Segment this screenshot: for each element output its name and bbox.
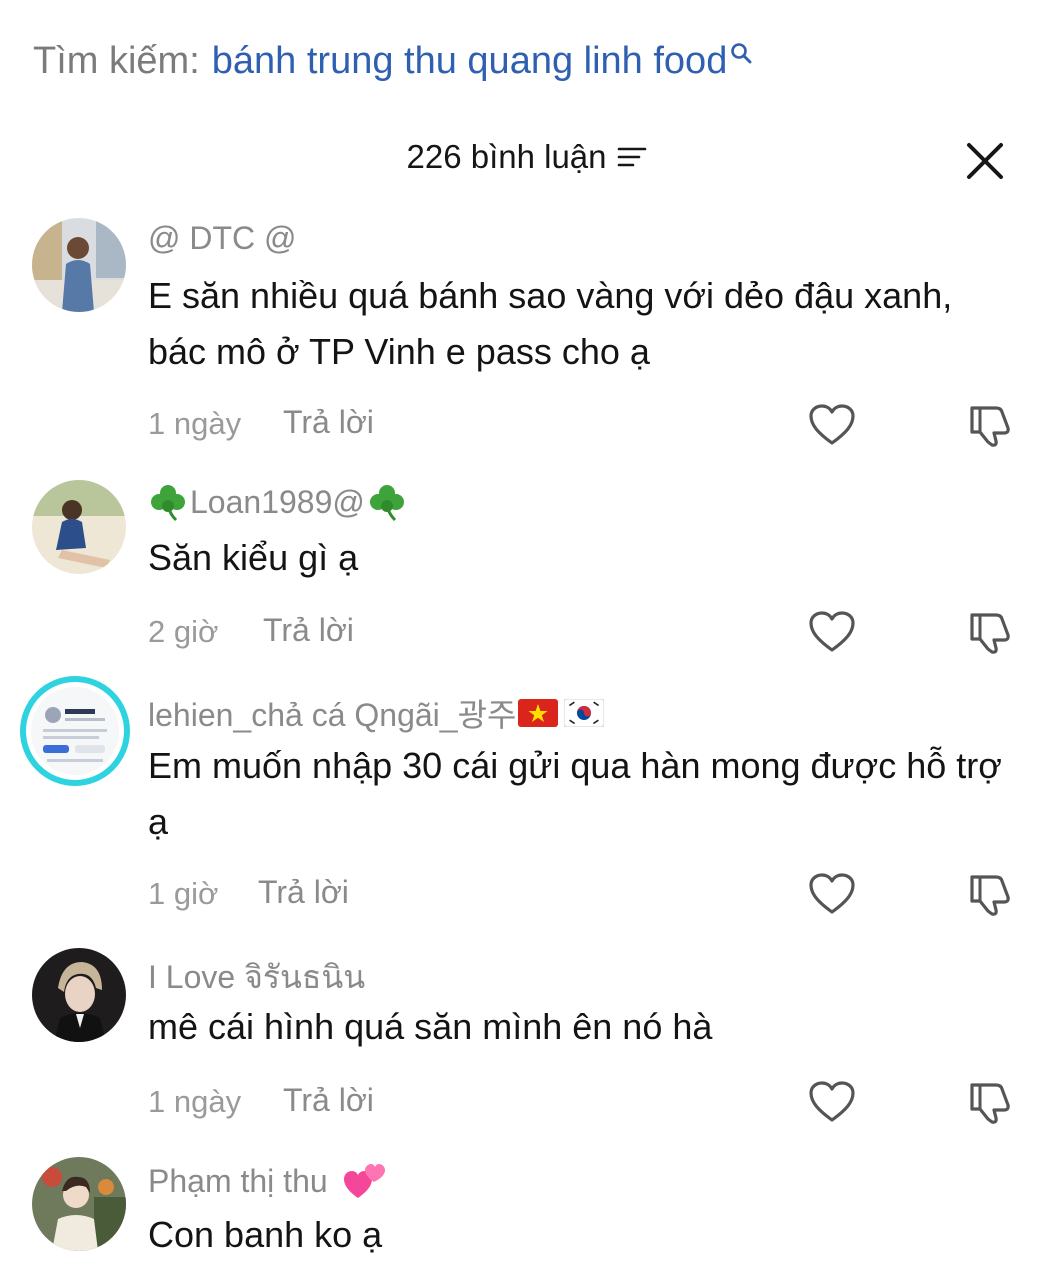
sort-icon[interactable] [617,145,647,169]
close-icon[interactable] [962,138,1008,184]
reply-button[interactable]: Trả lời [263,612,354,649]
avatar[interactable] [32,218,126,312]
avatar[interactable] [32,480,126,574]
comment-text: Con banh ko ạ [148,1214,383,1255]
vietnam-flag-icon [518,699,559,727]
avatar-with-story-ring[interactable] [20,676,130,786]
comment-time: 1 ngày [148,1084,242,1119]
dislike-icon[interactable] [966,611,1014,655]
clover-icon [369,485,404,522]
comment-text: Săn kiểu gì ạ [148,537,359,578]
search-prefix: Tìm kiếm: [33,39,200,82]
comment-username-row[interactable]: Phạm thị thu [148,1160,388,1202]
reply-button[interactable]: Trả lời [283,404,374,441]
comment-username: lehien_chả cá Qngãi_광주 [148,697,517,733]
comment-count: 226 bình luận [406,138,607,175]
comment-time: 1 ngày [148,406,242,441]
reply-button[interactable]: Trả lời [283,1082,374,1119]
two-hearts-icon [343,1164,385,1198]
clover-icon [151,485,185,522]
avatar[interactable] [32,948,126,1042]
comment-text: Em muốn nhập 30 cái gửi qua hàn mong đượ… [148,745,1002,842]
reply-button[interactable]: Trả lời [258,874,349,911]
avatar[interactable] [32,1157,126,1251]
comment-username[interactable]: @ DTC @ [148,220,297,257]
comment-time: 2 giờ [148,614,219,649]
comments-sheet: Tìm kiếm: bánh trung thu quang linh food… [0,0,1053,1280]
comment-time: 1 giờ [148,876,219,911]
comment-username[interactable]: I Love จิรันธนิน [148,952,365,1003]
heart-icon[interactable] [808,1080,856,1124]
comment-count-row[interactable]: 226 bình luận [0,138,1053,176]
comment-username-row[interactable]: Loan1989@ [148,482,407,522]
comment-text: mê cái hình quá săn mình ên nó hà [148,1006,713,1047]
heart-icon[interactable] [808,872,856,916]
comment-username: Loan1989@ [190,483,365,520]
dislike-icon[interactable] [966,1081,1014,1125]
korea-flag-icon [564,699,605,727]
search-suggestion[interactable]: Tìm kiếm: bánh trung thu quang linh food [33,36,753,86]
comment-username-row[interactable]: lehien_chả cá Qngãi_광주 [148,690,605,736]
comment-text: E săn nhiều quá bánh sao vàng với dẻo đậ… [148,275,953,372]
comments-header: 226 bình luận [0,130,1053,190]
dislike-icon[interactable] [966,404,1014,448]
search-icon [731,43,752,64]
dislike-icon[interactable] [966,873,1014,917]
heart-icon[interactable] [808,610,856,654]
search-query-link[interactable]: bánh trung thu quang linh food [212,40,728,83]
heart-icon[interactable] [808,403,856,447]
comment-username: Phạm thị thu [148,1162,328,1199]
